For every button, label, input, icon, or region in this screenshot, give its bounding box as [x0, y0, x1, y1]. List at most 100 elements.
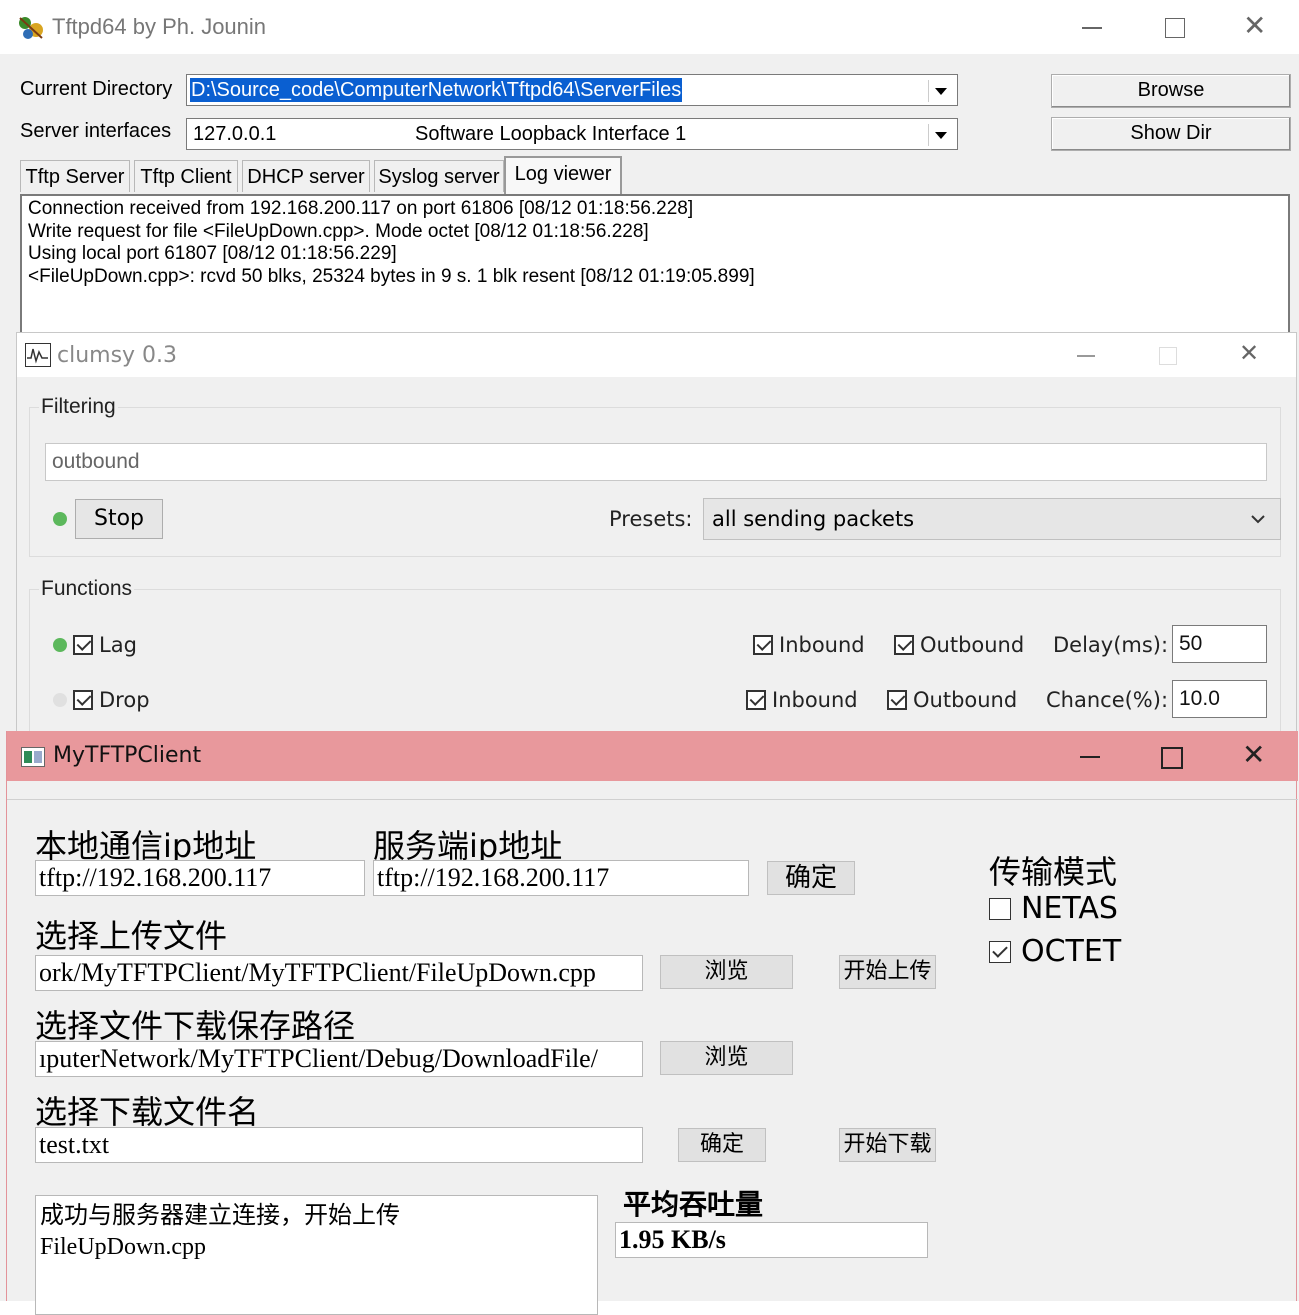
chance-label: Chance(%):	[1046, 688, 1169, 712]
current-directory-value: D:\Source_code\ComputerNetwork\Tftpd64\S…	[190, 78, 683, 102]
chevron-down-icon	[1251, 515, 1265, 524]
start-download-button[interactable]: 开始下载	[839, 1128, 936, 1162]
stop-button[interactable]: Stop	[75, 499, 163, 539]
drop-outbound-box[interactable]	[887, 690, 907, 710]
log-line: Connection received from 192.168.200.117…	[28, 198, 694, 219]
mytftpclient-window: MyTFTPClient ✕ 本地通信ip地址 服务端ip地址 tftp://1…	[6, 731, 1298, 1315]
browse-save-path-button[interactable]: 浏览	[660, 1041, 793, 1075]
drop-inbound-box[interactable]	[746, 690, 766, 710]
close-icon[interactable]: ✕	[1242, 741, 1265, 769]
presets-value: all sending packets	[712, 507, 915, 531]
log-viewer-text[interactable]: Connection received from 192.168.200.117…	[20, 194, 1290, 344]
tab-log-viewer[interactable]: Log viewer	[504, 156, 622, 194]
local-ip-input[interactable]: tftp://192.168.200.117	[35, 860, 365, 896]
server-interfaces-combo[interactable]: 127.0.0.1 Software Loopback Interface 1	[186, 118, 958, 150]
status-line: 成功与服务器建立连接，开始上传	[40, 1201, 400, 1229]
delay-label: Delay(ms):	[1053, 633, 1169, 657]
maximize-icon[interactable]	[1161, 747, 1183, 769]
maximize-icon	[1159, 347, 1177, 365]
server-interface-name: Software Loopback Interface 1	[415, 123, 687, 145]
upload-file-label: 选择上传文件	[35, 917, 228, 955]
status-line: FileUpDown.cpp	[40, 1234, 206, 1260]
chance-input[interactable]: 10.0	[1172, 680, 1267, 718]
confirm-ip-button[interactable]: 确定	[767, 861, 855, 895]
download-name-input[interactable]: test.txt	[35, 1127, 643, 1163]
minimize-icon[interactable]	[1082, 27, 1102, 29]
lag-outbound-label: Outbound	[920, 633, 1025, 657]
mytftpclient-app-icon	[21, 747, 45, 767]
lag-outbound-checkbox[interactable]: Outbound	[894, 633, 1024, 657]
mytftpclient-titlebar[interactable]: MyTFTPClient ✕	[7, 731, 1298, 781]
octet-checkbox[interactable]	[989, 940, 1011, 963]
drop-inbound-checkbox[interactable]: Inbound	[746, 688, 858, 712]
drop-status-indicator	[53, 693, 67, 707]
close-icon[interactable]: ✕	[1243, 12, 1266, 40]
lag-checkbox-box[interactable]	[73, 635, 93, 655]
netas-checkbox[interactable]	[989, 897, 1011, 920]
tftpd-titlebar[interactable]: Tftpd64 by Ph. Jounin ✕	[0, 0, 1299, 54]
start-upload-button[interactable]: 开始上传	[839, 955, 936, 989]
filter-input[interactable]: outbound	[45, 443, 1267, 481]
minimize-icon[interactable]	[1080, 756, 1100, 758]
server-interface-ip: 127.0.0.1	[193, 123, 277, 145]
drop-label: Drop	[99, 688, 150, 712]
clumsy-app-icon	[25, 343, 51, 367]
server-ip-input[interactable]: tftp://192.168.200.117	[373, 860, 749, 896]
log-line: Write request for file <FileUpDown.cpp>.…	[28, 220, 649, 242]
throughput-label: 平均吞吐量	[623, 1188, 764, 1221]
minimize-icon[interactable]	[1077, 355, 1095, 357]
octet-radio[interactable]: OCTET	[989, 934, 1121, 969]
show-dir-button[interactable]: Show Dir	[1051, 117, 1291, 151]
tab-tftp-client[interactable]: Tftp Client	[134, 160, 238, 192]
browse-button[interactable]: Browse	[1051, 74, 1291, 108]
tab-syslog-server[interactable]: Syslog server	[374, 160, 504, 192]
clumsy-window: clumsy 0.3 ✕ Filtering outbound Stop Pre…	[16, 332, 1297, 739]
drop-checkbox-box[interactable]	[73, 690, 93, 710]
mode-label: 传输模式	[989, 853, 1118, 891]
octet-label: OCTET	[1021, 934, 1122, 969]
lag-outbound-box[interactable]	[894, 635, 914, 655]
tftpd-title: Tftpd64 by Ph. Jounin	[52, 14, 267, 39]
confirm-download-button[interactable]: 确定	[678, 1128, 766, 1162]
clumsy-title: clumsy 0.3	[57, 343, 178, 368]
functions-label: Functions	[39, 577, 135, 601]
drop-outbound-checkbox[interactable]: Outbound	[887, 688, 1017, 712]
chevron-down-icon[interactable]	[928, 124, 953, 146]
tab-tftp-server[interactable]: Tftp Server	[20, 160, 130, 192]
current-directory-combo[interactable]: D:\Source_code\ComputerNetwork\Tftpd64\S…	[186, 74, 958, 106]
status-log-text[interactable]: 成功与服务器建立连接，开始上传 FileUpDown.cpp	[35, 1195, 598, 1315]
upload-file-input[interactable]: ork/MyTFTPClient/MyTFTPClient/FileUpDown…	[35, 955, 643, 991]
lag-status-indicator	[53, 638, 67, 652]
throughput-value: 1.95 KB/s	[615, 1222, 928, 1258]
current-directory-label: Current Directory	[20, 78, 173, 100]
delay-input[interactable]: 50	[1172, 625, 1267, 663]
save-path-input[interactable]: ıputerNetwork/MyTFTPClient/Debug/Downloa…	[35, 1041, 643, 1077]
browse-upload-button[interactable]: 浏览	[660, 955, 793, 989]
presets-select[interactable]: all sending packets	[703, 498, 1281, 540]
functions-group	[29, 589, 1281, 739]
tftpd-app-icon	[16, 14, 46, 42]
menu-bar-divider	[7, 799, 1298, 800]
lag-checkbox[interactable]: Lag	[73, 633, 137, 657]
filtering-label: Filtering	[39, 395, 118, 419]
server-interfaces-label: Server interfaces	[20, 120, 172, 142]
presets-label: Presets:	[609, 507, 693, 531]
lag-inbound-checkbox[interactable]: Inbound	[753, 633, 865, 657]
maximize-icon[interactable]	[1165, 18, 1185, 38]
lag-label: Lag	[99, 633, 137, 657]
lag-inbound-box[interactable]	[753, 635, 773, 655]
drop-outbound-label: Outbound	[913, 688, 1018, 712]
log-line: <FileUpDown.cpp>: rcvd 50 blks, 25324 by…	[28, 265, 755, 287]
tab-dhcp-server[interactable]: DHCP server	[242, 160, 370, 192]
chevron-down-icon[interactable]	[928, 80, 953, 102]
mytftpclient-title: MyTFTPClient	[53, 743, 202, 768]
close-icon[interactable]: ✕	[1239, 341, 1259, 365]
netas-radio[interactable]: NETAS	[989, 891, 1118, 926]
status-indicator	[53, 512, 67, 526]
netas-label: NETAS	[1021, 891, 1118, 926]
drop-inbound-label: Inbound	[772, 688, 858, 712]
log-line: Using local port 61807 [08/12 01:18:56.2…	[28, 243, 397, 264]
clumsy-titlebar[interactable]: clumsy 0.3 ✕	[17, 333, 1296, 377]
lag-inbound-label: Inbound	[779, 633, 865, 657]
drop-checkbox[interactable]: Drop	[73, 688, 150, 712]
